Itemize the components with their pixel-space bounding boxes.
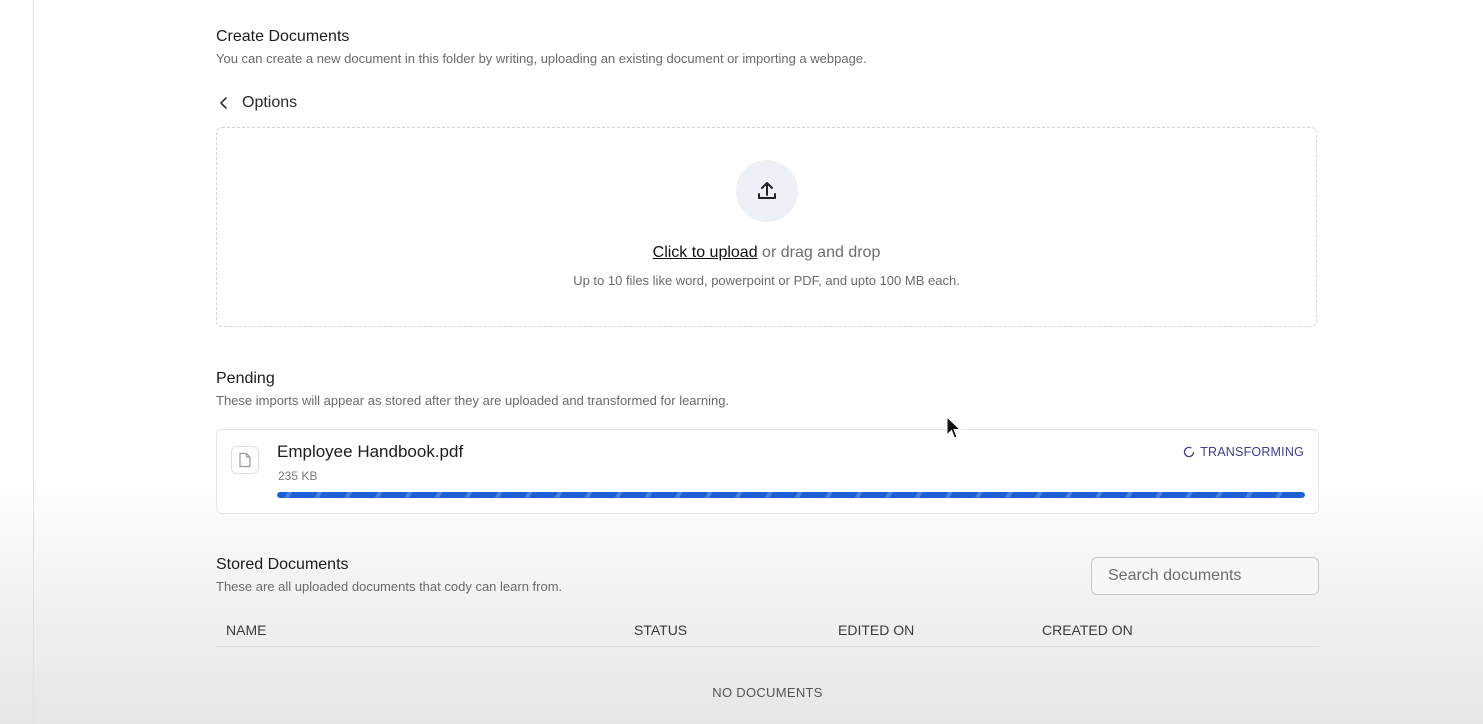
upload-icon [758,182,776,199]
documents-table-header: NAME STATUS EDITED ON CREATED ON [216,622,1319,647]
spinner-icon [1183,446,1195,458]
click-to-upload-link[interactable]: Click to upload [653,244,758,261]
options-label: Options [242,94,298,111]
stored-documents-title: Stored Documents [216,556,349,573]
page: Create Documents You can create a new do… [0,0,1483,724]
create-documents-description: You can create a new document in this fo… [216,51,867,66]
drag-and-drop-text: or drag and drop [757,244,881,261]
upload-instructions: Click to upload or drag and drop [217,244,1316,262]
column-header-name[interactable]: NAME [226,622,266,638]
status-label: TRANSFORMING [1200,445,1304,459]
file-name: Employee Handbook.pdf [277,442,464,461]
column-header-created-on[interactable]: CREATED ON [1042,622,1133,638]
column-header-status[interactable]: STATUS [634,622,687,638]
upload-progress-bar [277,492,1305,498]
pending-header: Pending These imports will appear as sto… [216,370,729,408]
options-back-link[interactable]: Options [216,94,297,112]
pending-description: These imports will appear as stored afte… [216,393,730,408]
column-header-edited-on[interactable]: EDITED ON [838,622,914,638]
stored-documents-description: These are all uploaded documents that co… [216,579,563,594]
pending-file-card: Employee Handbook.pdf 235 KB TRANSFORMIN… [216,429,1319,514]
file-icon-container [231,446,259,474]
create-documents-header: Create Documents You can create a new do… [216,28,867,66]
file-icon [239,452,251,468]
chevron-left-icon [220,97,227,109]
upload-dropzone[interactable]: Click to upload or drag and drop Up to 1… [216,127,1317,327]
mouse-cursor-icon [946,416,962,439]
create-documents-title: Create Documents [216,28,350,45]
search-documents-input[interactable] [1091,557,1319,595]
upload-button[interactable] [736,160,798,222]
pending-title: Pending [216,370,275,387]
stored-documents-header: Stored Documents These are all uploaded … [216,556,562,594]
upload-progress-fill [277,492,1305,498]
status-badge: TRANSFORMING [1183,445,1304,459]
left-divider [33,0,34,724]
empty-state-message: NO DOCUMENTS [712,685,823,700]
file-size: 235 KB [278,469,318,483]
upload-limits-hint: Up to 10 files like word, powerpoint or … [573,273,960,288]
